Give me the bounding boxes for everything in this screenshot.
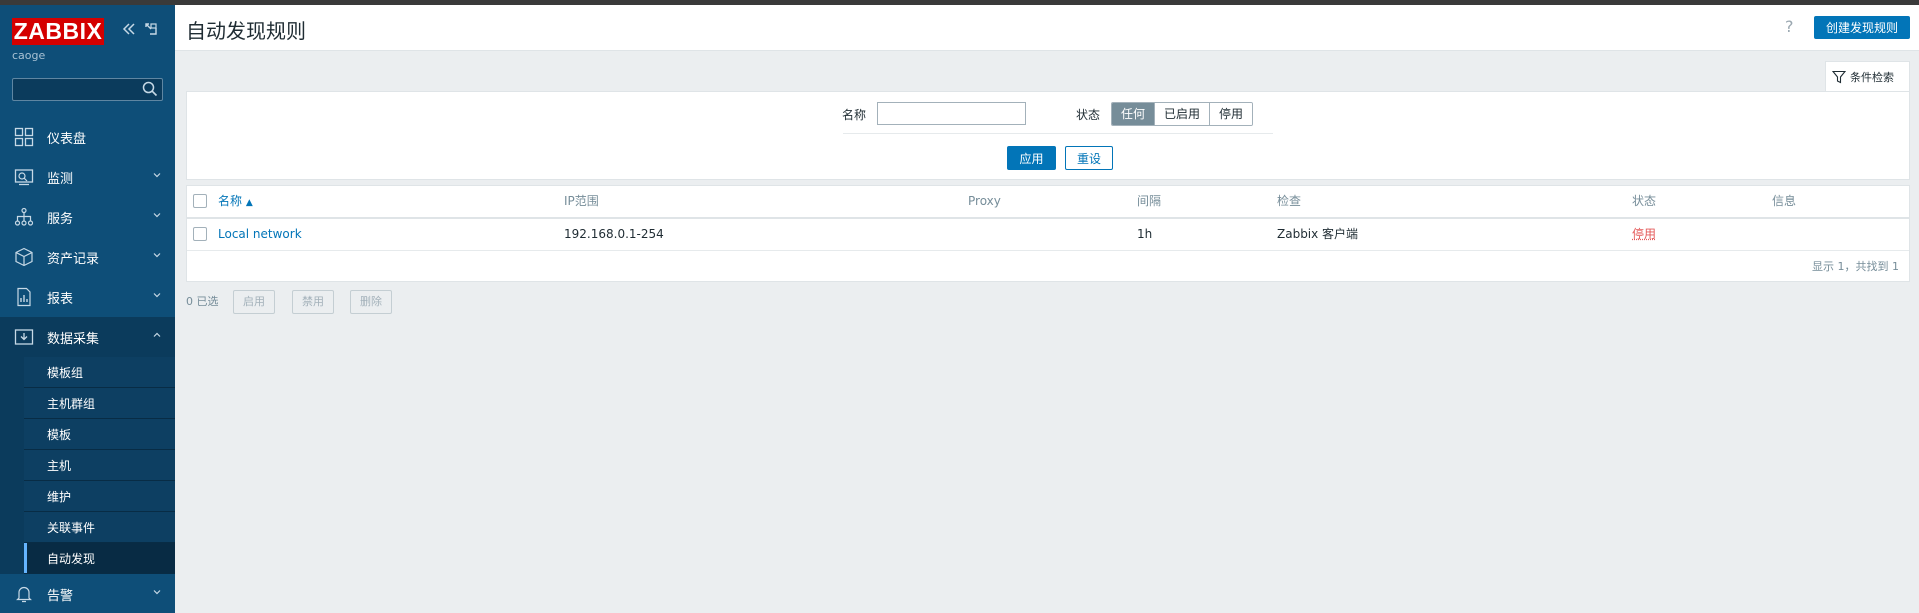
column-header-interval: 间隔	[1137, 194, 1162, 208]
create-discovery-rule-button[interactable]: 创建发现规则	[1814, 16, 1910, 39]
submenu-label: 主机群组	[47, 396, 96, 411]
search-icon[interactable]	[141, 80, 159, 98]
sidebar: ZABBIX caoge 仪表盘 监测 服务 资产记录 报表 数据采集 模板组 …	[0, 5, 175, 613]
services-icon	[14, 207, 34, 226]
submenu-label: 关联事件	[47, 520, 96, 535]
selected-count: 0 已选	[186, 295, 219, 308]
nav-item-inventory[interactable]: 资产记录	[0, 237, 175, 277]
submenu-label: 主机	[47, 458, 72, 473]
chevron-down-icon	[153, 213, 161, 218]
kiosk-mode-icon[interactable]	[141, 21, 161, 41]
page-header: 自动发现规则 ? 创建发现规则	[175, 5, 1919, 51]
zabbix-logo[interactable]: ZABBIX	[12, 18, 104, 45]
column-header-info: 信息	[1772, 194, 1797, 208]
submenu-item-templates[interactable]: 模板	[24, 419, 175, 450]
submenu-item-host-groups[interactable]: 主机群组	[24, 388, 175, 419]
chevron-down-icon	[153, 253, 161, 258]
reports-icon	[17, 287, 31, 307]
status-option-disabled[interactable]: 停用	[1210, 103, 1253, 125]
discovery-rules-table: 名称 ▲ IP范围 Proxy 间隔 检查 状态 信息 Local networ…	[186, 185, 1910, 282]
reset-button[interactable]: 重设	[1065, 146, 1113, 170]
inventory-icon	[15, 247, 33, 267]
filter-panel: 名称 状态 任何 已启用 停用 应用 重设	[186, 91, 1910, 180]
mass-delete-button[interactable]: 删除	[350, 290, 392, 314]
nav-item-dashboard[interactable]: 仪表盘	[0, 117, 175, 157]
name-filter-input[interactable]	[877, 102, 1026, 125]
dashboard-icon	[14, 127, 34, 147]
mass-disable-button[interactable]: 禁用	[292, 290, 334, 314]
chevron-down-icon	[153, 293, 161, 298]
column-header-name[interactable]: 名称 ▲	[218, 186, 253, 217]
nav-item-reports[interactable]: 报表	[0, 277, 175, 317]
submenu-item-hosts[interactable]: 主机	[24, 450, 175, 481]
nav-label: 资产记录	[47, 251, 100, 267]
bell-icon	[16, 586, 32, 603]
rule-ip-range: 192.168.0.1-254	[564, 227, 664, 241]
table-stats: 显示 1，共找到 1	[1812, 260, 1899, 273]
name-filter-label: 名称	[842, 108, 867, 122]
chevron-down-icon	[153, 173, 161, 178]
nav-item-services[interactable]: 服务	[0, 197, 175, 237]
submenu-label: 自动发现	[47, 551, 96, 566]
rule-status-toggle[interactable]: 停用	[1632, 219, 1656, 250]
nav-item-data-collection[interactable]: 数据采集	[0, 317, 175, 357]
submenu-item-discovery[interactable]: 自动发现	[24, 543, 175, 574]
column-header-label: 名称	[218, 194, 243, 208]
monitoring-icon	[14, 169, 34, 186]
chevron-up-icon	[153, 332, 161, 337]
status-segmented-control: 任何 已启用 停用	[1111, 102, 1254, 126]
chevron-down-icon	[153, 590, 161, 595]
status-filter-label: 状态	[1076, 108, 1101, 122]
column-header-status: 状态	[1632, 194, 1657, 208]
submenu-item-template-groups[interactable]: 模板组	[24, 357, 175, 388]
column-header-proxy: Proxy	[968, 194, 1001, 208]
rule-interval: 1h	[1137, 227, 1153, 241]
nav-item-alerts[interactable]: 告警	[0, 574, 175, 613]
filter-tab-label: 条件检索	[1850, 71, 1894, 84]
nav-label: 告警	[47, 588, 74, 604]
data-collection-icon	[14, 329, 34, 345]
row-checkbox[interactable]	[193, 227, 207, 241]
filter-icon	[1832, 70, 1846, 84]
sort-asc-icon: ▲	[245, 198, 253, 208]
main-nav: 仪表盘 监测 服务 资产记录 报表 数据采集 模板组 主机群组 模板 主机 维护…	[0, 117, 175, 613]
status-option-enabled[interactable]: 已启用	[1155, 103, 1211, 125]
nav-label: 报表	[47, 291, 74, 307]
submenu-label: 模板	[47, 427, 72, 442]
search-input[interactable]	[13, 79, 138, 100]
status-option-any[interactable]: 任何	[1112, 103, 1156, 125]
main-content: 自动发现规则 ? 创建发现规则 条件检索 名称 状态 任何 已启用 停用 应用 …	[175, 5, 1919, 613]
row-divider	[187, 250, 1909, 251]
nav-label: 仪表盘	[47, 131, 87, 147]
sidebar-search	[12, 78, 163, 101]
nav-item-monitoring[interactable]: 监测	[0, 157, 175, 197]
submenu-item-event-correlation[interactable]: 关联事件	[24, 512, 175, 543]
data-collection-submenu: 模板组 主机群组 模板 主机 维护 关联事件 自动发现	[0, 357, 175, 574]
column-header-checks: 检查	[1277, 194, 1302, 208]
help-icon[interactable]: ?	[1785, 17, 1794, 36]
submenu-item-maintenance[interactable]: 维护	[24, 481, 175, 512]
select-all-checkbox[interactable]	[193, 194, 207, 208]
filter-tab[interactable]: 条件检索	[1825, 61, 1910, 92]
mass-enable-button[interactable]: 启用	[233, 290, 275, 314]
submenu-label: 模板组	[47, 365, 84, 380]
collapse-sidebar-icon[interactable]	[119, 21, 139, 41]
rule-name-link[interactable]: Local network	[218, 219, 302, 250]
nav-label: 监测	[47, 171, 74, 187]
page-title: 自动发现规则	[186, 19, 306, 43]
submenu-label: 维护	[47, 489, 72, 504]
rule-checks: Zabbix 客户端	[1277, 227, 1359, 241]
apply-button[interactable]: 应用	[1007, 146, 1056, 170]
filter-divider	[843, 133, 1273, 134]
column-header-ip-range: IP范围	[564, 194, 599, 208]
nav-label: 数据采集	[47, 331, 100, 347]
username: caoge	[12, 49, 46, 62]
nav-label: 服务	[47, 211, 74, 227]
